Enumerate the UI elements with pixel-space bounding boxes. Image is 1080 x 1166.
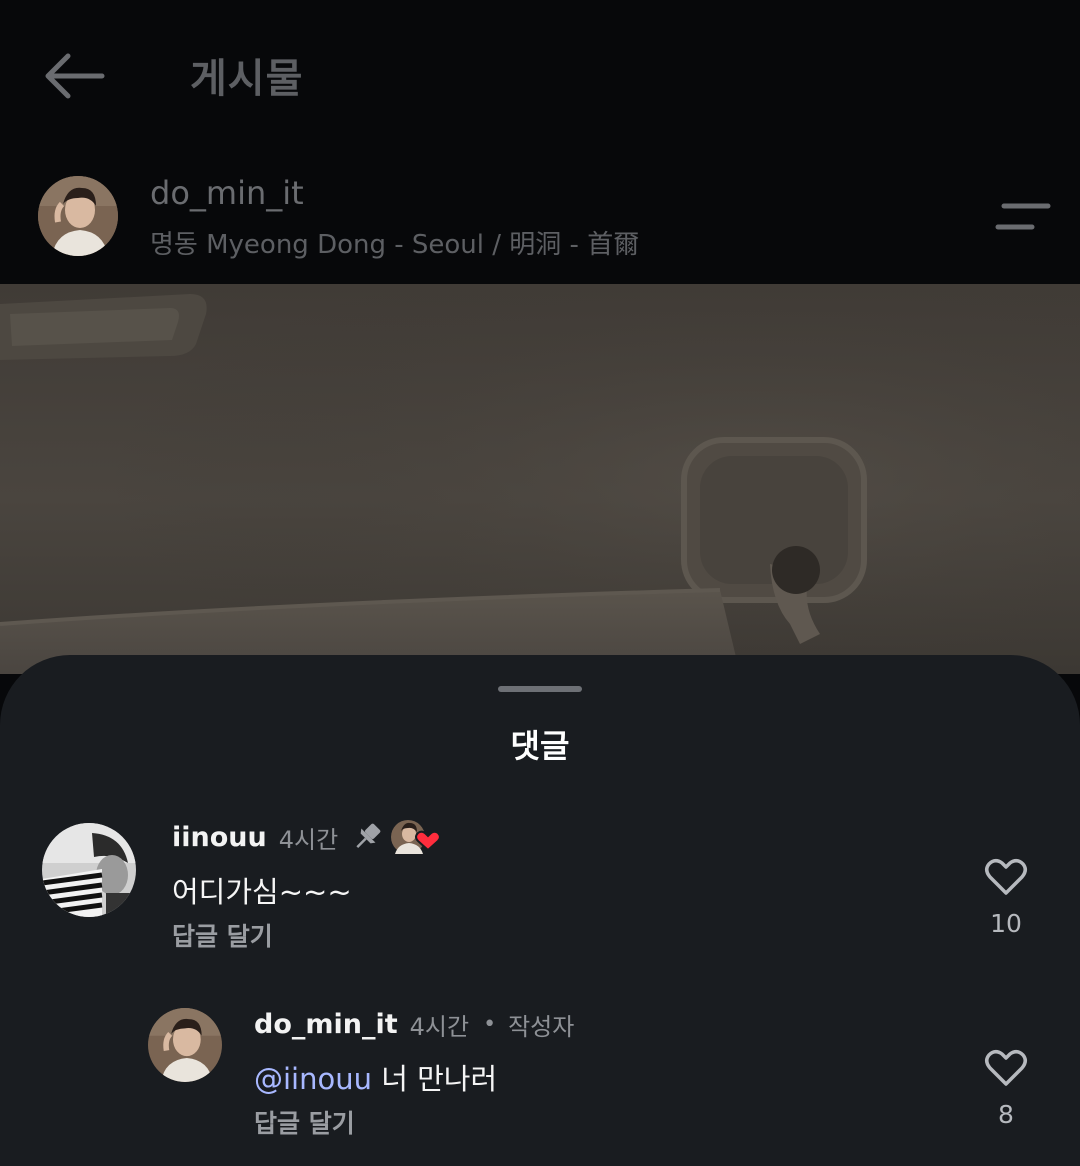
post-location[interactable]: 명동 Myeong Dong - Seoul / 明洞 - 首爾 [150, 224, 639, 261]
commenter-avatar[interactable] [148, 1008, 222, 1082]
reply-button[interactable]: 답글 달기 [172, 917, 273, 953]
comment-time: 4시간 [409, 1012, 470, 1041]
author-badge: 작성자 [508, 1012, 575, 1041]
author-heart-icon [391, 820, 442, 854]
like-button[interactable] [984, 1048, 1028, 1088]
mention-link[interactable]: @iinouu [254, 1062, 372, 1096]
back-button[interactable] [40, 50, 106, 102]
like-count: 8 [998, 1100, 1014, 1129]
meta-separator: • [483, 1011, 497, 1037]
comment-username[interactable]: do_min_it [254, 1009, 398, 1040]
post-author-row: do_min_it 명동 Myeong Dong - Seoul / 明洞 - … [0, 150, 1080, 284]
page-title: 게시물 [190, 56, 304, 102]
back-arrow-icon [45, 53, 105, 99]
like-button[interactable] [984, 857, 1028, 897]
comment-meta: do_min_it 4시간 • 작성자 [254, 1004, 574, 1044]
author-liked-badge [390, 817, 446, 857]
avatar-photo [38, 176, 118, 256]
avatar-photo [148, 1008, 222, 1082]
comment-item: iinouu 4시간 어디가심~~~ 답글 달기 10 [0, 805, 1080, 965]
commenter-avatar[interactable] [42, 823, 136, 917]
post-screen: 게시물 do_min_it 명동 Myeong Dong - Seoul / 明… [0, 0, 1080, 1166]
top-bar: 게시물 [0, 0, 1080, 150]
comment-text: @iinouu 너 만나러 [254, 1056, 497, 1098]
author-avatar[interactable] [38, 176, 118, 256]
pin-icon [350, 820, 384, 854]
menu-icon [995, 203, 1051, 230]
comments-sheet: 댓글 iinouu 4시간 어디가심~~~ 답글 달기 10 do_min_it… [0, 655, 1080, 1166]
comment-time: 4시간 [278, 825, 339, 854]
reply-comment-item: do_min_it 4시간 • 작성자 @iinouu 너 만나러 답글 달기 … [0, 1000, 1080, 1160]
post-photo[interactable] [0, 284, 1080, 674]
like-count: 10 [990, 909, 1022, 938]
heart-icon [985, 1050, 1027, 1086]
comment-text: 어디가심~~~ [172, 875, 352, 909]
comment-meta: iinouu 4시간 [172, 817, 446, 857]
author-username[interactable]: do_min_it [150, 174, 304, 212]
comment-body: 너 만나러 [372, 1062, 498, 1096]
menu-button[interactable] [990, 198, 1054, 238]
reply-button[interactable]: 답글 달기 [254, 1104, 355, 1140]
comments-title: 댓글 [510, 727, 570, 765]
avatar-photo [42, 823, 136, 917]
heart-icon [985, 859, 1027, 895]
sheet-drag-handle[interactable] [498, 686, 582, 692]
comment-username[interactable]: iinouu [172, 822, 267, 853]
post-image [0, 284, 1080, 674]
